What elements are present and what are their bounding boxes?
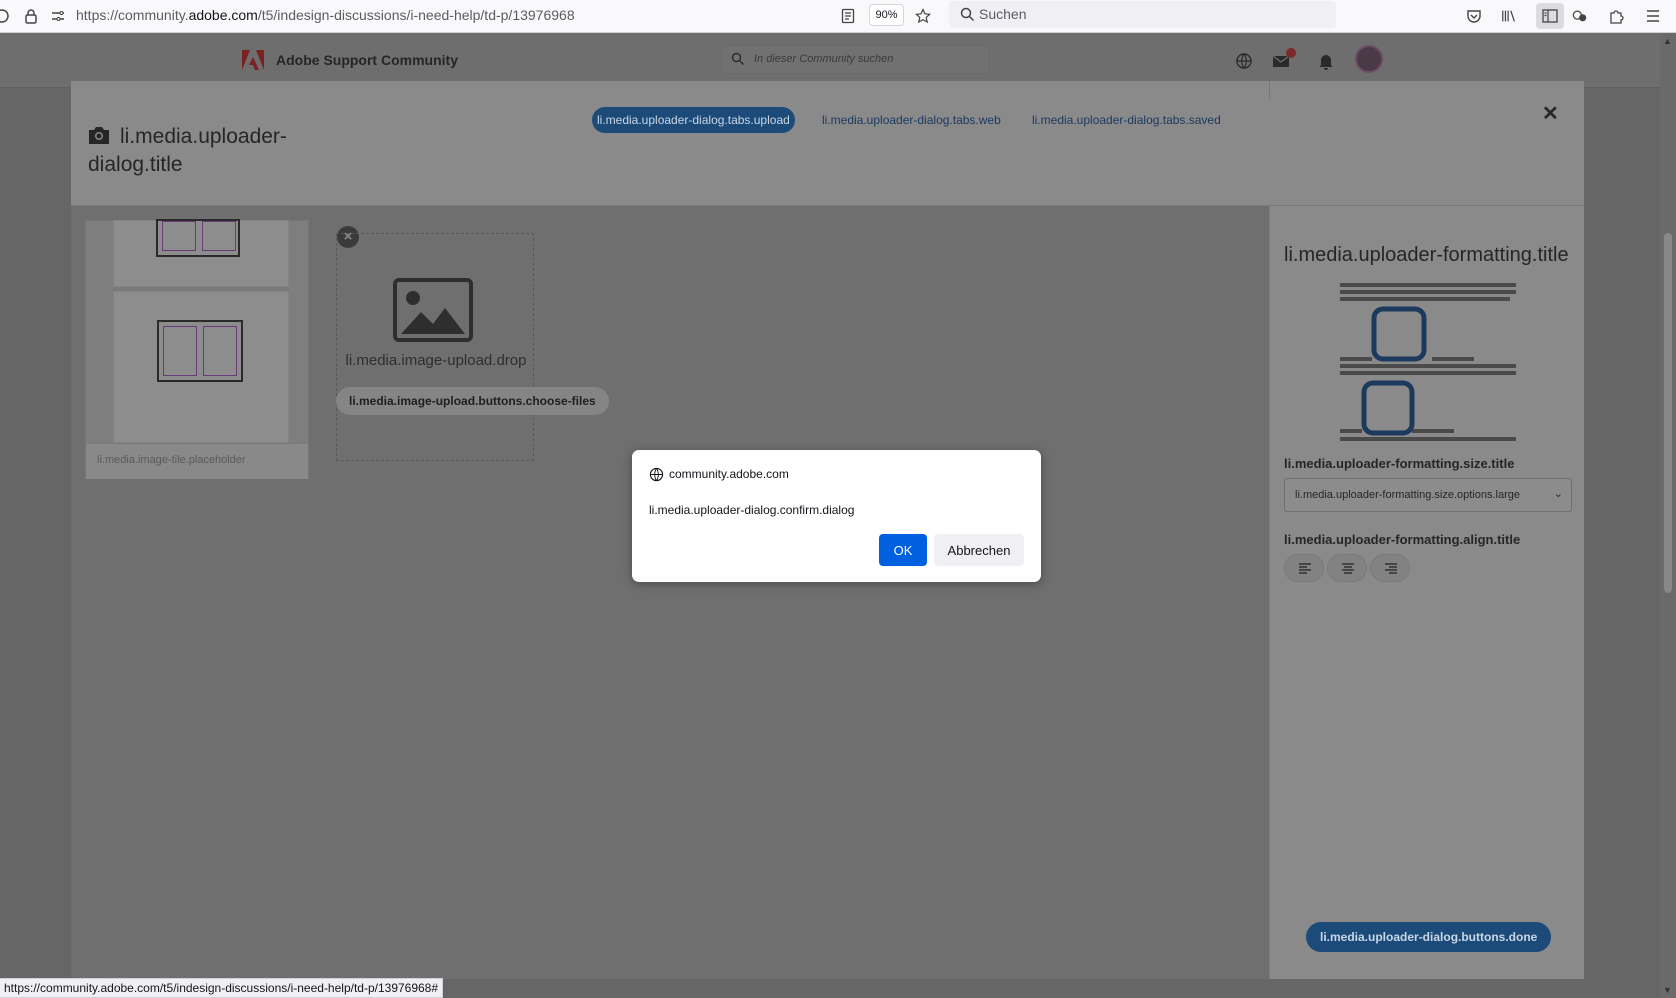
browser-search-placeholder: Suchen	[979, 6, 1027, 22]
scrollbar-thumb[interactable]	[1664, 233, 1672, 593]
align-left-button[interactable]	[1284, 554, 1324, 582]
notifications-bell-icon[interactable]	[1316, 51, 1336, 71]
uploader-title: li.media.uploader-dialog.title	[88, 125, 287, 176]
close-icon[interactable]: ✕	[1542, 101, 1559, 126]
community-search-placeholder: In dieser Community suchen	[754, 53, 894, 65]
site-title[interactable]: Adobe Support Community	[276, 52, 458, 68]
lock-icon[interactable]	[23, 8, 39, 24]
page-scrollbar[interactable]: ▲ ▼	[1660, 33, 1676, 998]
scroll-down-icon[interactable]: ▼	[1663, 985, 1672, 995]
community-header: Adobe Support Community In dieser Commun…	[0, 33, 1660, 88]
align-right-icon	[1385, 563, 1397, 574]
drop-hint: li.media.image-upload.drop	[345, 352, 527, 369]
image-drop-zone[interactable]: li.media.image-upload.drop	[336, 233, 534, 461]
formatting-illustration-icon	[1340, 283, 1516, 441]
messages-badge	[1286, 48, 1296, 58]
globe-language-icon[interactable]	[1234, 51, 1254, 71]
formatting-title: li.media.uploader-formatting.title	[1284, 244, 1569, 266]
globe-icon	[649, 467, 664, 482]
align-title: li.media.uploader-formatting.align.title	[1284, 532, 1521, 547]
dialog-origin: community.adobe.com	[669, 467, 789, 481]
uploader-header: li.media.uploader-dialog.title li.media.…	[71, 81, 1584, 206]
extensions-puzzle-icon[interactable]	[1609, 8, 1625, 24]
permissions-icon[interactable]	[50, 8, 66, 24]
align-center-icon	[1342, 563, 1354, 574]
tab-upload[interactable]: li.media.uploader-dialog.tabs.upload	[592, 107, 795, 133]
align-right-button[interactable]	[1370, 554, 1410, 582]
menu-icon[interactable]	[1645, 8, 1661, 24]
choose-files-button[interactable]: li.media.image-upload.buttons.choose-fil…	[336, 387, 609, 415]
browser-search-box[interactable]: Suchen	[949, 1, 1336, 28]
ok-button[interactable]: OK	[879, 534, 927, 566]
size-title: li.media.uploader-formatting.size.title	[1284, 456, 1515, 471]
align-left-icon	[1299, 563, 1311, 574]
user-avatar[interactable]	[1355, 45, 1383, 73]
header-divider	[1269, 81, 1270, 99]
url-prefix: https://community.	[76, 7, 189, 23]
browser-toolbar: https://community.adobe.com/t5/indesign-…	[0, 0, 1676, 33]
search-icon	[731, 52, 744, 65]
size-select[interactable]: li.media.uploader-formatting.size.option…	[1284, 478, 1572, 512]
zoom-level-badge[interactable]: 90%	[869, 4, 904, 26]
reload-icon[interactable]	[0, 8, 10, 24]
bookmark-star-icon[interactable]	[915, 8, 931, 24]
image-tile[interactable]: li.media.image-tile.placeholder	[85, 219, 309, 479]
spread-thumbnail	[156, 219, 240, 257]
address-bar[interactable]: https://community.adobe.com/t5/indesign-…	[76, 7, 575, 23]
url-domain: adobe.com	[188, 7, 258, 23]
confirm-dialog: community.adobe.com li.media.uploader-di…	[632, 450, 1041, 582]
size-select-value: li.media.uploader-formatting.size.option…	[1295, 489, 1521, 501]
image-tile-caption-input[interactable]: li.media.image-tile.placeholder	[86, 443, 308, 479]
chevron-down-icon: ⌄	[1553, 488, 1563, 500]
spread-thumbnail	[157, 320, 243, 382]
adobe-logo-icon[interactable]	[242, 50, 264, 70]
url-path: /t5/indesign-discussions/i-need-help/td-…	[257, 7, 575, 23]
community-search-input[interactable]: In dieser Community suchen	[721, 45, 990, 74]
image-placeholder-icon	[393, 278, 473, 342]
scroll-up-icon[interactable]: ▲	[1663, 36, 1672, 46]
done-button[interactable]: li.media.uploader-dialog.buttons.done	[1306, 922, 1552, 952]
formatting-panel: li.media.uploader-formatting.title li.me…	[1269, 206, 1584, 979]
image-tile-preview	[113, 219, 289, 443]
status-bar-link: https://community.adobe.com/t5/indesign-…	[0, 978, 444, 998]
preview-page-top	[113, 219, 289, 287]
reader-view-icon[interactable]	[840, 8, 856, 24]
library-icon[interactable]	[1501, 8, 1517, 24]
tab-saved[interactable]: li.media.uploader-dialog.tabs.saved	[1027, 107, 1226, 133]
preview-page-main	[113, 291, 289, 443]
pocket-icon[interactable]	[1466, 8, 1482, 24]
extension-icon[interactable]	[1572, 8, 1588, 24]
sidebar-icon[interactable]	[1536, 3, 1564, 29]
align-center-button[interactable]	[1327, 554, 1367, 582]
search-icon	[959, 6, 975, 22]
cancel-button[interactable]: Abbrechen	[934, 534, 1024, 566]
dialog-message: li.media.uploader-dialog.confirm.dialog	[649, 503, 855, 517]
tab-web[interactable]: li.media.uploader-dialog.tabs.web	[817, 107, 1006, 133]
